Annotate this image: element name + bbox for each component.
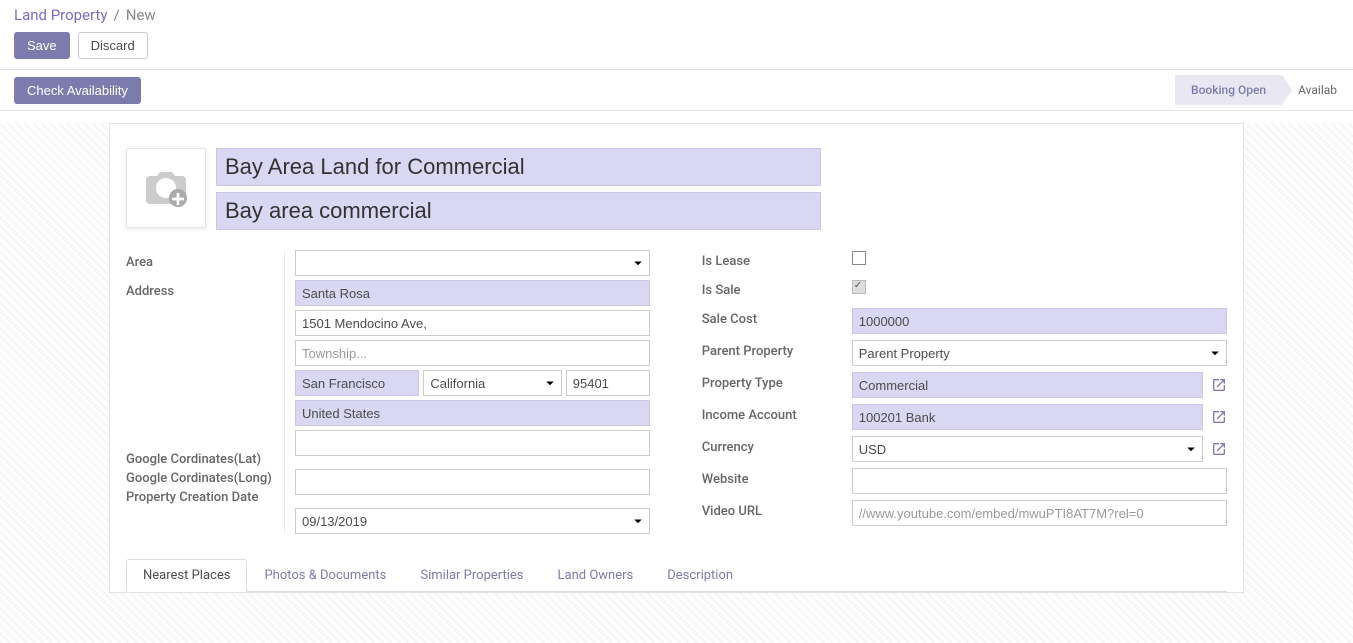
tab-nearest-places[interactable]: Nearest Places bbox=[126, 559, 247, 592]
breadcrumb: Land Property / New bbox=[0, 0, 1353, 26]
website-label: Website bbox=[702, 468, 852, 491]
property-type-select[interactable]: Commercial bbox=[852, 372, 1203, 398]
check-availability-button[interactable]: Check Availability bbox=[14, 77, 141, 104]
income-account-label: Income Account bbox=[702, 404, 852, 427]
is-lease-label: Is Lease bbox=[702, 250, 852, 273]
tab-similar-properties[interactable]: Similar Properties bbox=[403, 559, 540, 592]
is-sale-label: Is Sale bbox=[702, 279, 852, 302]
area-select[interactable] bbox=[295, 250, 650, 276]
google-lat-label: Google Cordinates(Lat) bbox=[126, 451, 284, 468]
form-sheet: Area Address Google Cordinates(Lat) Goog… bbox=[109, 123, 1244, 593]
street-input[interactable] bbox=[295, 280, 650, 306]
image-upload[interactable] bbox=[126, 148, 206, 228]
status-stage-available[interactable]: Availab bbox=[1282, 75, 1353, 105]
property-name-input[interactable] bbox=[216, 148, 821, 186]
sale-cost-label: Sale Cost bbox=[702, 308, 852, 331]
creation-date-input[interactable]: 09/13/2019 bbox=[295, 508, 650, 534]
property-type-label: Property Type bbox=[702, 372, 852, 395]
zip-input[interactable] bbox=[566, 370, 650, 396]
address-label: Address bbox=[126, 283, 284, 301]
tab-photos-documents[interactable]: Photos & Documents bbox=[247, 559, 403, 592]
camera-plus-icon bbox=[142, 168, 190, 208]
breadcrumb-separator: / bbox=[114, 6, 120, 24]
currency-select[interactable]: USD bbox=[852, 436, 1203, 462]
income-account-select[interactable]: 100201 Bank bbox=[852, 404, 1203, 430]
city-input[interactable] bbox=[295, 370, 419, 396]
save-button[interactable]: Save bbox=[14, 32, 70, 59]
street2-input[interactable] bbox=[295, 310, 650, 336]
township-input[interactable] bbox=[295, 340, 650, 366]
tab-description[interactable]: Description bbox=[650, 559, 750, 592]
google-long-label: Google Cordinates(Long) bbox=[126, 470, 284, 487]
external-link-icon bbox=[1211, 409, 1227, 425]
status-stages: Booking Open Availab bbox=[1175, 75, 1353, 105]
property-type-external-link[interactable] bbox=[1211, 377, 1227, 393]
is-lease-checkbox[interactable] bbox=[852, 251, 866, 265]
website-input[interactable] bbox=[852, 468, 1227, 494]
property-subtitle-input[interactable] bbox=[216, 192, 821, 230]
status-stage-booking-open[interactable]: Booking Open bbox=[1175, 75, 1282, 105]
parent-property-label: Parent Property bbox=[702, 340, 852, 363]
sale-cost-input[interactable] bbox=[852, 308, 1227, 334]
discard-button[interactable]: Discard bbox=[78, 32, 148, 59]
statusbar: Check Availability Booking Open Availab bbox=[0, 69, 1353, 111]
google-long-input[interactable] bbox=[295, 469, 650, 495]
creation-date-label: Property Creation Date bbox=[126, 489, 284, 506]
action-bar: Save Discard bbox=[0, 26, 1353, 69]
currency-external-link[interactable] bbox=[1211, 441, 1227, 457]
area-label: Area bbox=[126, 254, 284, 272]
currency-label: Currency bbox=[702, 436, 852, 459]
breadcrumb-parent-link[interactable]: Land Property bbox=[14, 6, 108, 24]
tab-land-owners[interactable]: Land Owners bbox=[541, 559, 651, 592]
sheet-background: Area Address Google Cordinates(Lat) Goog… bbox=[0, 123, 1353, 643]
breadcrumb-current: New bbox=[126, 6, 156, 24]
google-lat-input[interactable] bbox=[295, 430, 650, 456]
state-select[interactable]: California bbox=[423, 370, 561, 396]
tabs: Nearest Places Photos & Documents Simila… bbox=[126, 558, 1227, 592]
video-url-label: Video URL bbox=[702, 500, 852, 523]
country-select[interactable]: United States bbox=[295, 400, 650, 426]
is-sale-checkbox[interactable] bbox=[852, 280, 866, 294]
external-link-icon bbox=[1211, 377, 1227, 393]
external-link-icon bbox=[1211, 441, 1227, 457]
video-url-input[interactable] bbox=[852, 500, 1227, 526]
parent-property-select[interactable]: Parent Property bbox=[852, 340, 1227, 366]
income-account-external-link[interactable] bbox=[1211, 409, 1227, 425]
